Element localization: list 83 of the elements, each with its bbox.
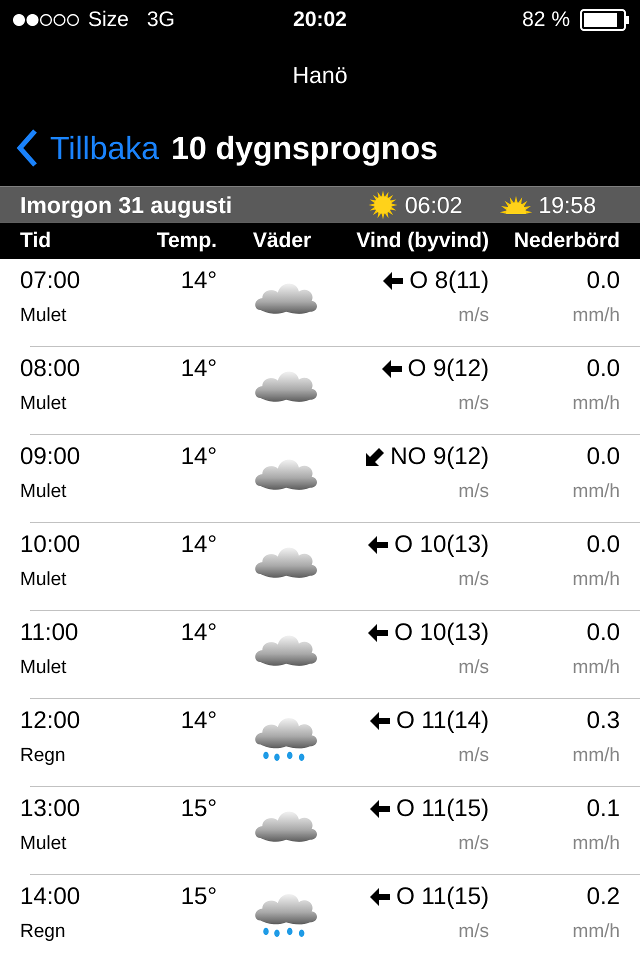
unit-label: mm/h [572,304,620,327]
page-title: 10 dygnsprognos [171,130,438,166]
temperature-cell-text: 14° [180,443,217,471]
column-header: Nederbörd [512,229,620,253]
condition-label: Mulet [20,656,68,679]
temperature-cell-text: 14° [180,619,217,647]
temperature-cell-text: 15° [180,795,217,823]
battery-icon [580,9,630,31]
unit-label: m/s [457,304,489,327]
location-name: Hanö [292,62,348,88]
temperature-cell-text: 15° [180,883,217,911]
unit-label: m/s [457,568,489,591]
condition-label: Mulet [20,304,68,327]
time-cell-text: 14:00 [20,883,82,911]
temperature-cell-text: 14° [180,707,217,735]
wind-cell: O 11(15) [396,795,489,823]
unit-label: m/s [457,920,489,943]
unit-label: m/s [457,392,489,415]
wind-cell: O 11(14) [396,707,489,735]
arrow-down-left-icon [366,448,384,466]
unit-label: mm/h [572,480,620,503]
column-header: Vind (byvind) [355,229,489,253]
unit-label: m/s [457,656,489,679]
column-header: Väder [252,229,312,253]
unit-label: m/s [457,832,489,855]
condition-label: Mulet [20,480,68,503]
arrow-left-icon [368,536,388,554]
carrier-name: Size [88,8,129,32]
precipitation-cell-text: 0.2 [586,883,620,911]
arrow-left-icon [370,800,390,818]
time-cell-text: 12:00 [20,707,82,735]
arrow-left-icon [370,888,390,906]
column-header: Temp. [156,229,217,253]
condition-label: Mulet [20,392,68,415]
unit-label: mm/h [572,920,620,943]
back-button[interactable]: Tillbaka [16,129,160,167]
network-type: 3G [146,8,175,32]
unit-label: mm/h [572,744,620,767]
precipitation-cell-text: 0.0 [586,267,620,295]
time-cell-text: 08:00 [20,355,82,383]
unit-label: mm/h [572,392,620,415]
sunrise-time: 06:02 [404,192,462,218]
time-cell-text: 13:00 [20,795,82,823]
date-label: Imorgon 31 augusti [20,192,232,218]
unit-label: mm/h [572,832,620,855]
wind-cell: NO 9(12) [390,443,489,471]
arrow-left-icon [383,272,404,290]
precipitation-cell-text: 0.0 [586,443,620,471]
time-cell-text: 09:00 [20,443,82,471]
arrow-left-icon [370,712,390,730]
precipitation-cell-text: 0.3 [586,707,620,735]
temperature-cell-text: 14° [180,267,217,295]
time-cell-text: 07:00 [20,267,82,295]
precipitation-cell-text: 0.0 [586,531,620,559]
signal-icon [12,13,80,27]
unit-label: mm/h [572,656,620,679]
chevron-left-icon [16,129,38,167]
condition-label: Regn [20,744,66,767]
precipitation-cell-text: 0.1 [586,795,620,823]
battery-percent: 82 % [522,8,570,32]
temperature-cell-text: 14° [180,531,217,559]
wind-cell: O 9(12) [408,355,489,383]
wind-cell: O 10(13) [394,619,489,647]
wind-cell: O 8(11) [409,267,489,295]
column-header: Tid [20,229,52,253]
temperature-cell-text: 14° [180,355,217,383]
sunset-time: 19:58 [538,192,596,218]
sunset-icon [498,196,534,214]
unit-label: m/s [457,744,489,767]
unit-label: mm/h [572,568,620,591]
arrow-left-icon [382,360,402,378]
condition-label: Regn [20,920,66,943]
time-cell-text: 10:00 [20,531,82,559]
precipitation-cell-text: 0.0 [586,355,620,383]
unit-label: m/s [457,480,489,503]
clock: 20:02 [293,8,347,31]
condition-label: Mulet [20,568,68,591]
wind-cell: O 11(15) [396,883,489,911]
precipitation-cell-text: 0.0 [586,619,620,647]
wind-cell: O 10(13) [394,531,489,559]
condition-label: Mulet [20,832,68,855]
arrow-left-icon [368,624,388,642]
time-cell-text: 11:00 [20,619,80,647]
